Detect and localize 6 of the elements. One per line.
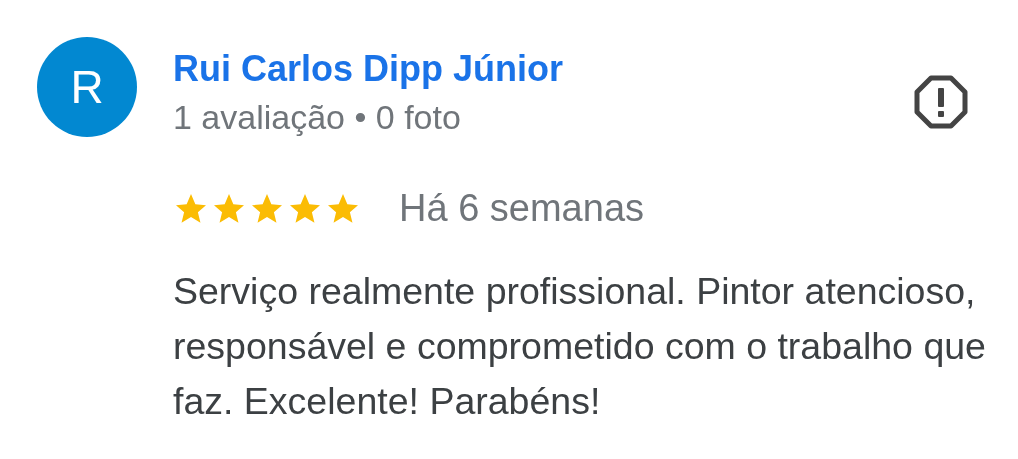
author-stats: 1 avaliação • 0 foto: [173, 97, 462, 137]
review-text: Serviço realmente profissional. Pintor atencioso, responsável e comprometido com o trabalho que faz. Excelente! Parabéns!: [173, 269, 987, 424]
review-time: Há 6 semanas: [399, 187, 644, 230]
author-name[interactable]: Rui Carlos Dipp Júnior: [173, 47, 906, 91]
avatar: R: [37, 37, 137, 137]
report-icon[interactable]: [914, 75, 968, 129]
